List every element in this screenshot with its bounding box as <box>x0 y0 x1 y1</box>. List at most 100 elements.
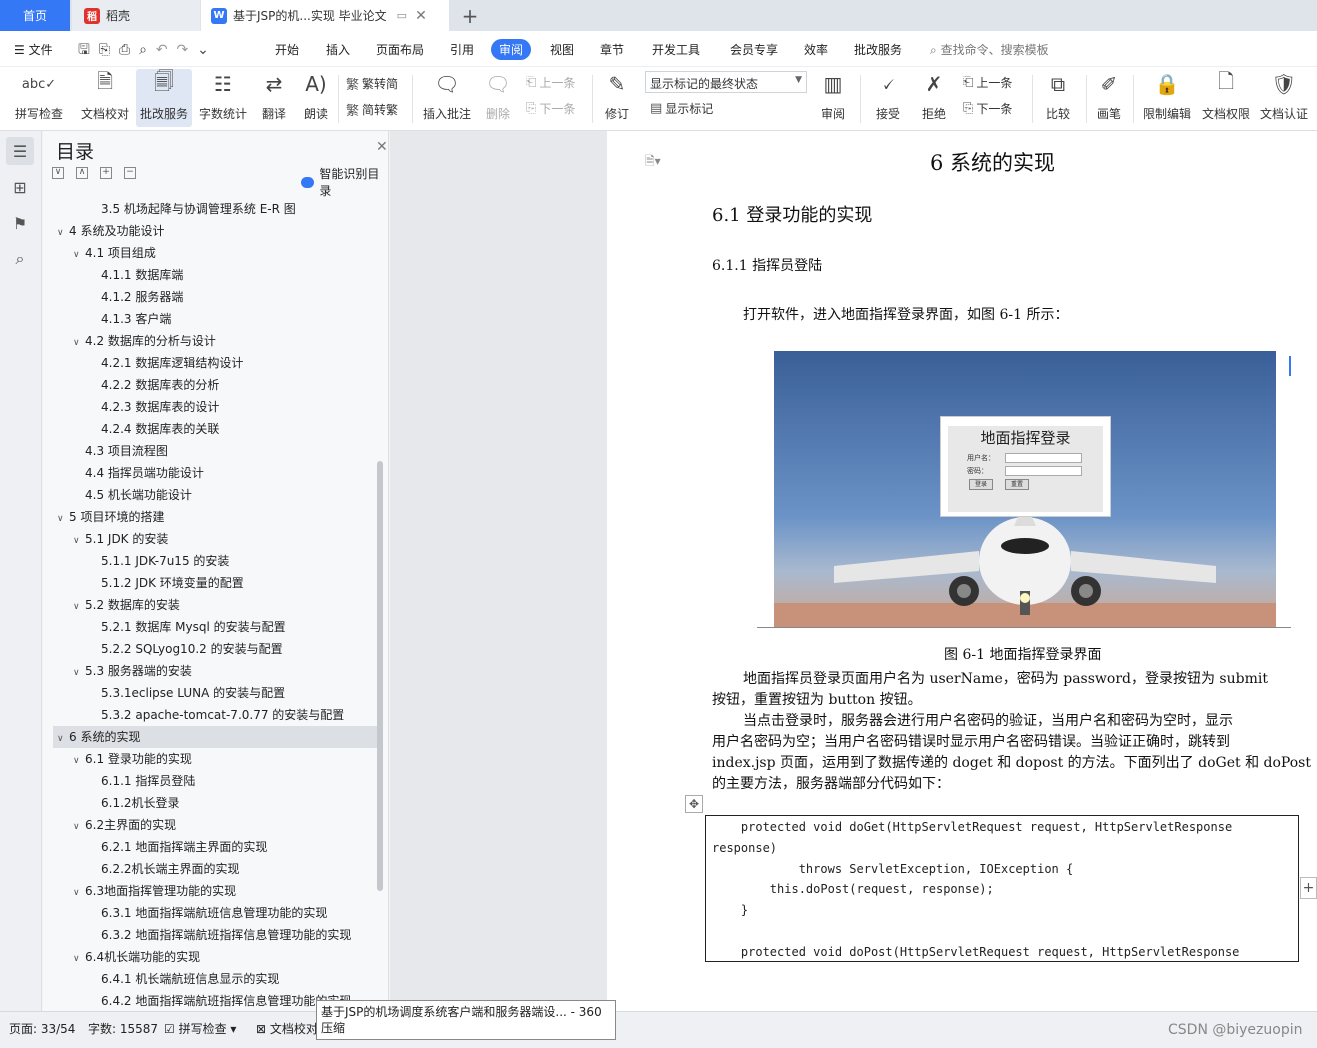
chevron-down-icon[interactable]: ∨ <box>73 816 85 838</box>
spellcheck-button[interactable]: abc✓ 拼写检查 <box>10 69 68 127</box>
toc-item[interactable]: ∨ 6.3地面指挥管理功能的实现 <box>73 880 236 902</box>
toc-item[interactable]: ∨ 5.3 服务器端的安装 <box>73 660 192 682</box>
proofread-button[interactable]: 🗎 文档校对 <box>78 69 132 127</box>
prev-comment-button[interactable]: ⎗ 上一条 <box>526 74 575 91</box>
add-panel-icon[interactable]: + <box>1300 877 1317 899</box>
toc-panel-icon[interactable]: ☰ <box>6 137 34 165</box>
toc-item[interactable]: ∨ 4 系统及功能设计 <box>57 220 164 242</box>
doc-nav-icon[interactable]: 🗎▾ <box>645 152 661 173</box>
toc-item[interactable]: 4.3 项目流程图 <box>73 440 168 462</box>
menu-efficiency[interactable]: 效率 <box>804 41 828 58</box>
toc-item[interactable]: 5.3.1eclipse LUNA 的安装与配置 <box>89 682 285 704</box>
toc-item[interactable]: 6.4.1 机长端航班信息显示的实现 <box>89 968 279 990</box>
export-icon[interactable]: ⎘ <box>99 42 110 58</box>
chevron-down-icon[interactable]: ∨ <box>57 222 69 244</box>
more-icon[interactable]: ⌄ <box>197 42 209 58</box>
compare-button[interactable]: ⧉ 比较 <box>1040 69 1076 127</box>
toc-item[interactable]: 4.4 指挥员端功能设计 <box>73 462 204 484</box>
toc-item[interactable]: 5.2.1 数据库 Mysql 的安装与配置 <box>89 616 286 638</box>
chevron-down-icon[interactable]: ∨ <box>73 948 85 970</box>
menu-member[interactable]: 会员专享 <box>730 41 778 58</box>
chevron-down-icon[interactable]: ∨ <box>73 662 85 684</box>
delete-comment-button[interactable]: 🗨 删除 <box>480 69 516 127</box>
toc-item[interactable]: ∨ 5.2 数据库的安装 <box>73 594 180 616</box>
simp-to-trad-button[interactable]: 繁简转繁 <box>346 100 398 119</box>
status-proofread[interactable]: ⊠ 文档校对 <box>256 1020 318 1037</box>
toc-item[interactable]: 4.1.3 客户端 <box>89 308 171 330</box>
chevron-down-icon[interactable]: ∨ <box>57 508 69 530</box>
toc-item[interactable]: 3.5 机场起降与协调管理系统 E-R 图 <box>89 198 296 220</box>
preview-icon[interactable]: ⌕ <box>139 42 147 58</box>
tab-daoke[interactable]: 稻 稻壳 <box>72 0 200 31</box>
reject-button[interactable]: ✗ 拒绝 <box>916 69 952 127</box>
menu-insert[interactable]: 插入 <box>326 41 350 58</box>
menu-review[interactable]: 审阅 <box>491 39 532 60</box>
tab-home[interactable]: 首页 <box>0 0 70 31</box>
chevron-down-icon[interactable]: ∨ <box>57 728 69 750</box>
chevron-down-icon[interactable]: ∨ <box>73 750 85 772</box>
toc-item[interactable]: 5.1.2 JDK 环境变量的配置 <box>89 572 244 594</box>
review-pane-button[interactable]: ▥ 审阅 <box>815 69 851 127</box>
insert-comment-button[interactable]: 🗨 插入批注 <box>420 69 474 127</box>
menu-file[interactable]: ☰ 文件 <box>14 41 53 58</box>
search-icon[interactable]: ⌕ <box>6 245 34 273</box>
toc-item[interactable]: 6.1.1 指挥员登陆 <box>89 770 195 792</box>
toc-item[interactable]: 4.1.1 数据库端 <box>89 264 183 286</box>
mark-state-select[interactable]: 显示标记的最终状态 ▼ <box>645 71 807 93</box>
print-icon[interactable]: ⎙ <box>119 42 130 58</box>
restrict-edit-button[interactable]: 🔒 限制编辑 <box>1141 69 1193 127</box>
bookmark-icon[interactable]: ⚑ <box>6 209 34 237</box>
correction-button[interactable]: 🗐 批改服务 <box>136 69 192 127</box>
chevron-down-icon[interactable]: ∨ <box>73 530 85 552</box>
menu-devtools[interactable]: 开发工具 <box>652 41 700 58</box>
undo-icon[interactable]: ↶ <box>156 42 168 58</box>
chevron-down-icon[interactable]: ∨ <box>73 244 85 266</box>
revise-button[interactable]: ✎ 修订 <box>599 69 635 127</box>
toc-item[interactable]: 4.5 机长端功能设计 <box>73 484 192 506</box>
expand-up-icon[interactable]: ∧ <box>76 167 88 179</box>
tab-document[interactable]: W 基于JSP的机...实现 毕业论文 ▭ ✕ <box>201 0 449 31</box>
next-change-button[interactable]: ⎘ 下一条 <box>963 100 1012 117</box>
show-marks-button[interactable]: ▤ 显示标记 <box>650 100 713 117</box>
toc-item[interactable]: 4.2.3 数据库表的设计 <box>89 396 219 418</box>
menu-start[interactable]: 开始 <box>275 41 299 58</box>
toc-item[interactable]: ∨ 5.1 JDK 的安装 <box>73 528 168 550</box>
translate-button[interactable]: ⇄ 翻译 <box>256 69 292 127</box>
toc-item[interactable]: 6.2.2机长端主界面的实现 <box>89 858 240 880</box>
command-search[interactable]: ⌕ 查找命令、搜索模板 <box>930 41 1049 58</box>
toc-item[interactable]: 5.1.1 JDK-7u15 的安装 <box>89 550 229 572</box>
new-tab-button[interactable]: + <box>455 0 485 31</box>
toc-scrollbar[interactable] <box>377 461 383 891</box>
toc-item[interactable]: ∨ 6.4机长端功能的实现 <box>73 946 200 968</box>
read-aloud-button[interactable]: A) 朗读 <box>300 69 332 127</box>
code-block[interactable]: protected void doGet(HttpServletRequest … <box>705 815 1299 962</box>
menu-reference[interactable]: 引用 <box>450 41 474 58</box>
add-level-icon[interactable]: + <box>100 167 112 179</box>
menu-view[interactable]: 视图 <box>550 41 574 58</box>
pen-button[interactable]: ✐ 画笔 <box>1094 69 1124 127</box>
toc-item[interactable]: ∨ 6.2主界面的实现 <box>73 814 176 836</box>
toc-item[interactable]: 4.2.2 数据库表的分析 <box>89 374 219 396</box>
outline-icon[interactable]: ⊞ <box>6 173 34 201</box>
wordcount-button[interactable]: ☷ 字数统计 <box>197 69 249 127</box>
toc-item[interactable]: ∨ 5 项目环境的搭建 <box>57 506 164 528</box>
doc-certify-button[interactable]: 🛡 文档认证 <box>1258 69 1310 127</box>
table-move-icon[interactable]: ✥ <box>685 795 703 813</box>
menu-layout[interactable]: 页面布局 <box>376 41 424 58</box>
chevron-down-icon[interactable]: ∨ <box>73 332 85 354</box>
prev-change-button[interactable]: ⎗ 上一条 <box>963 74 1012 91</box>
page-indicator[interactable]: 页面: 33/54 <box>9 1020 75 1037</box>
save-icon[interactable]: 🖫 <box>78 42 90 58</box>
toc-item[interactable]: 4.2.4 数据库表的关联 <box>89 418 219 440</box>
toc-item[interactable]: 4.2.1 数据库逻辑结构设计 <box>89 352 243 374</box>
toc-item[interactable]: 4.1.2 服务器端 <box>89 286 183 308</box>
toc-item[interactable]: 6.3.1 地面指挥端航班信息管理功能的实现 <box>89 902 327 924</box>
toc-item[interactable]: 5.2.2 SQLyog10.2 的安装与配置 <box>89 638 283 660</box>
accept-button[interactable]: 🗸 接受 <box>870 69 906 127</box>
redo-icon[interactable]: ↷ <box>176 42 188 58</box>
menu-correction[interactable]: 批改服务 <box>854 41 902 58</box>
collapse-all-icon[interactable]: ∨ <box>52 167 64 179</box>
toc-item[interactable]: 6.4.2 地面指挥端航班指挥信息管理功能的实现 <box>89 990 351 1011</box>
chevron-down-icon[interactable]: ∨ <box>73 882 85 904</box>
menu-chapter[interactable]: 章节 <box>600 41 624 58</box>
